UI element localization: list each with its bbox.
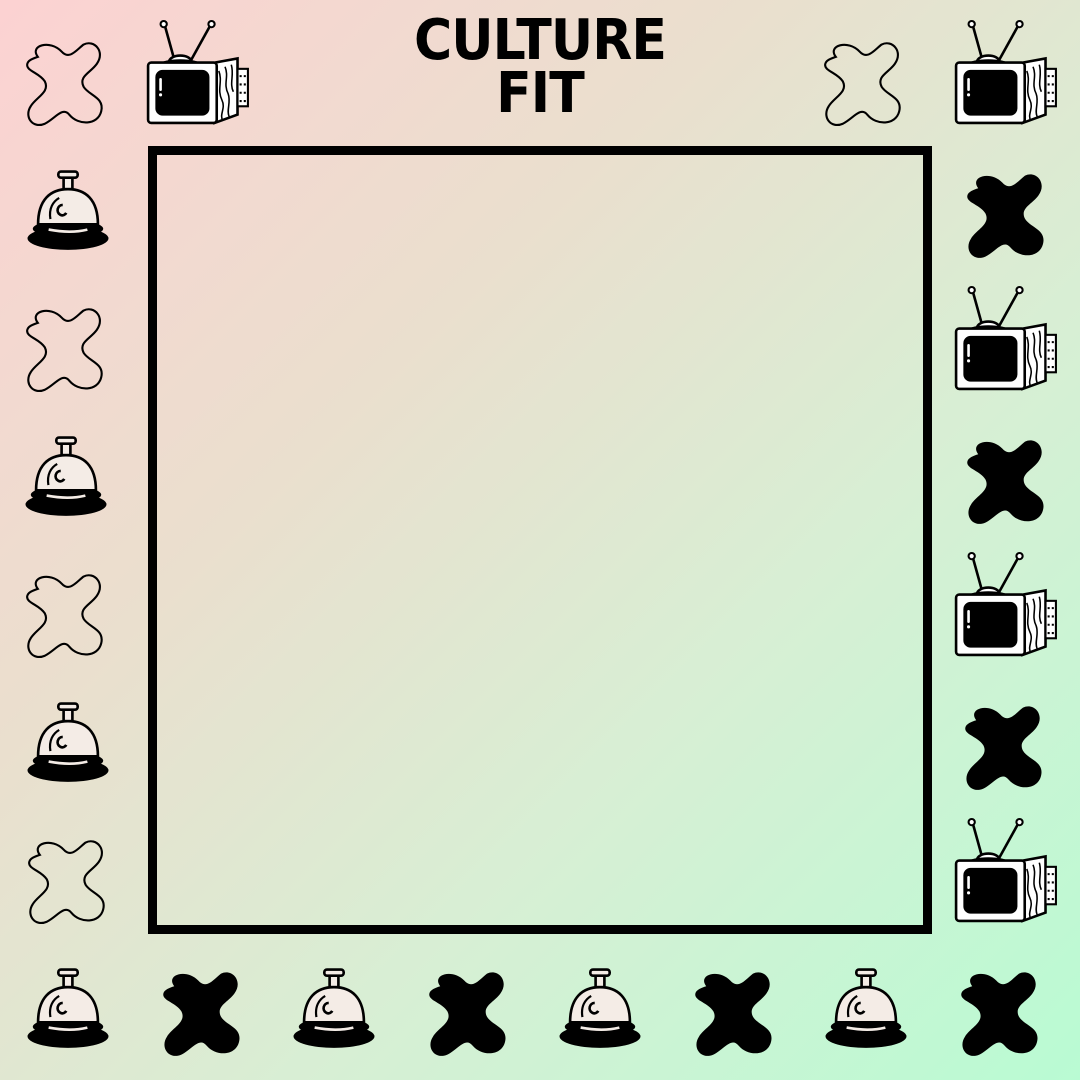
squiggle-filled-icon [960,702,1050,796]
squiggle-filled-icon [962,436,1052,530]
squiggle-outline-icon [22,38,110,132]
retro-tv-icon [954,812,1058,930]
title-line-1: CULTURE [413,8,667,73]
service-bell-icon [22,700,114,788]
service-bell-icon [554,966,646,1054]
service-bell-icon [820,966,912,1054]
squiggle-filled-icon [690,968,780,1062]
retro-tv-icon [954,280,1058,398]
squiggle-outline-icon [22,304,110,398]
page-title: CULTURE FIT [354,8,726,126]
squiggle-outline-icon [22,570,110,664]
squiggle-filled-icon [424,968,514,1062]
title-line-2: FIT [496,61,585,126]
squiggle-filled-icon [956,968,1046,1062]
squiggle-filled-icon [962,170,1052,264]
service-bell-icon [20,434,112,522]
service-bell-icon [22,168,114,256]
squiggle-outline-icon [820,38,908,132]
squiggle-outline-icon [24,836,112,930]
retro-tv-icon [954,546,1058,664]
service-bell-icon [22,966,114,1054]
retro-tv-icon [954,14,1058,132]
service-bell-icon [288,966,380,1054]
retro-tv-icon [146,14,250,132]
photo-frame [148,146,932,934]
squiggle-filled-icon [158,968,248,1062]
